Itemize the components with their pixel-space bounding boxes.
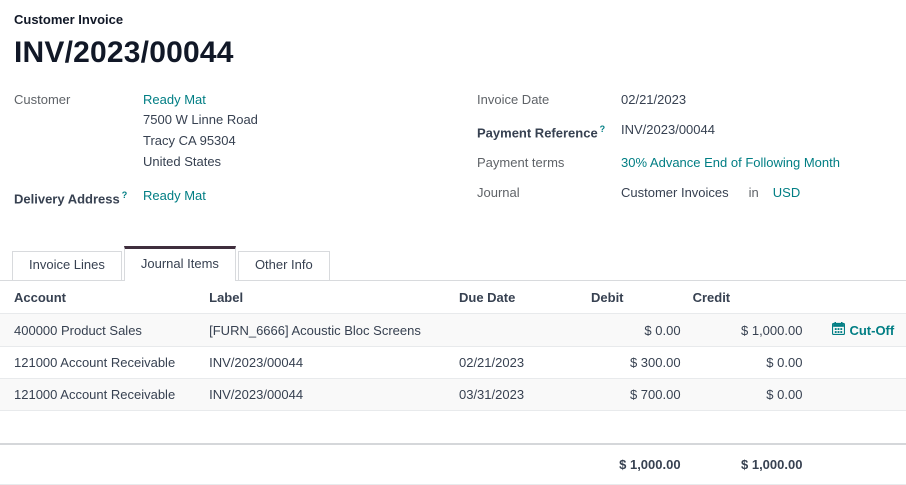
- customer-address-country: United States: [143, 151, 258, 172]
- field-group: Customer Ready Mat 7500 W Linne Road Tra…: [14, 90, 892, 219]
- customer-address-street: 7500 W Linne Road: [143, 109, 258, 130]
- table-row[interactable]: 121000 Account Receivable INV/2023/00044…: [0, 379, 906, 411]
- field-customer: Customer Ready Mat 7500 W Linne Road Tra…: [14, 90, 477, 172]
- cell-label[interactable]: INV/2023/00044: [203, 379, 453, 411]
- journal-in-label: in: [749, 183, 759, 202]
- field-payment-terms: Payment terms 30% Advance End of Followi…: [477, 153, 892, 172]
- field-journal: Journal Customer Invoices in USD: [477, 183, 892, 202]
- column-header-action: [808, 281, 906, 314]
- column-header-debit[interactable]: Debit: [585, 281, 687, 314]
- tab-other-info[interactable]: Other Info: [238, 251, 330, 280]
- calendar-icon: [832, 322, 845, 338]
- total-credit: $ 1,000.00: [687, 444, 809, 485]
- customer-label: Customer: [14, 90, 143, 172]
- cell-account[interactable]: 121000 Account Receivable: [0, 379, 203, 411]
- journal-value[interactable]: Customer Invoices: [621, 183, 729, 202]
- cell-due-date[interactable]: [453, 314, 585, 347]
- payment-reference-label: Payment Reference?: [477, 120, 621, 142]
- cell-debit[interactable]: $ 700.00: [585, 379, 687, 411]
- journal-currency-link[interactable]: USD: [773, 183, 800, 202]
- cut-off-button-label: Cut-Off: [849, 323, 894, 338]
- customer-link[interactable]: Ready Mat: [143, 92, 206, 107]
- table-totals-row: $ 1,000.00 $ 1,000.00: [0, 444, 906, 485]
- tab-invoice-lines[interactable]: Invoice Lines: [12, 251, 122, 280]
- journal-label: Journal: [477, 183, 621, 202]
- cut-off-button[interactable]: Cut-Off: [814, 322, 894, 338]
- journal-items-table: Account Label Due Date Debit Credit 4000…: [0, 281, 906, 485]
- help-icon: ?: [122, 190, 128, 200]
- field-invoice-date: Invoice Date 02/21/2023: [477, 90, 892, 109]
- cell-credit[interactable]: $ 0.00: [687, 379, 809, 411]
- customer-address-city: Tracy CA 95304: [143, 130, 258, 151]
- help-icon: ?: [600, 124, 606, 134]
- field-payment-reference: Payment Reference? INV/2023/00044: [477, 120, 892, 142]
- cell-label[interactable]: INV/2023/00044: [203, 347, 453, 379]
- table-row[interactable]: 121000 Account Receivable INV/2023/00044…: [0, 347, 906, 379]
- payment-terms-label: Payment terms: [477, 153, 621, 172]
- column-header-due-date[interactable]: Due Date: [453, 281, 585, 314]
- invoice-number-title: INV/2023/00044: [14, 36, 892, 70]
- table-row[interactable]: 400000 Product Sales [FURN_6666] Acousti…: [0, 314, 906, 347]
- cell-label[interactable]: [FURN_6666] Acoustic Bloc Screens: [203, 314, 453, 347]
- column-header-account[interactable]: Account: [0, 281, 203, 314]
- table-row-empty[interactable]: [0, 411, 906, 444]
- column-header-credit[interactable]: Credit: [687, 281, 809, 314]
- record-type-label: Customer Invoice: [14, 12, 892, 27]
- field-delivery-address: Delivery Address? Ready Mat: [14, 186, 477, 208]
- delivery-address-label: Delivery Address?: [14, 186, 143, 208]
- invoice-date-label: Invoice Date: [477, 90, 621, 109]
- payment-reference-value[interactable]: INV/2023/00044: [621, 120, 715, 142]
- cell-debit[interactable]: $ 300.00: [585, 347, 687, 379]
- invoice-form: Customer Invoice INV/2023/00044 Customer…: [0, 0, 906, 485]
- notebook-tabs: Invoice Lines Journal Items Other Info: [0, 244, 906, 281]
- invoice-date-value[interactable]: 02/21/2023: [621, 90, 686, 109]
- cell-due-date[interactable]: 02/21/2023: [453, 347, 585, 379]
- cell-credit[interactable]: $ 1,000.00: [687, 314, 809, 347]
- cell-account[interactable]: 400000 Product Sales: [0, 314, 203, 347]
- delivery-address-link[interactable]: Ready Mat: [143, 186, 206, 208]
- payment-terms-link[interactable]: 30% Advance End of Following Month: [621, 153, 840, 172]
- cell-due-date[interactable]: 03/31/2023: [453, 379, 585, 411]
- table-header-row: Account Label Due Date Debit Credit: [0, 281, 906, 314]
- cell-credit[interactable]: $ 0.00: [687, 347, 809, 379]
- column-header-label[interactable]: Label: [203, 281, 453, 314]
- cell-debit[interactable]: $ 0.00: [585, 314, 687, 347]
- cell-account[interactable]: 121000 Account Receivable: [0, 347, 203, 379]
- total-debit: $ 1,000.00: [585, 444, 687, 485]
- tab-journal-items[interactable]: Journal Items: [124, 246, 236, 281]
